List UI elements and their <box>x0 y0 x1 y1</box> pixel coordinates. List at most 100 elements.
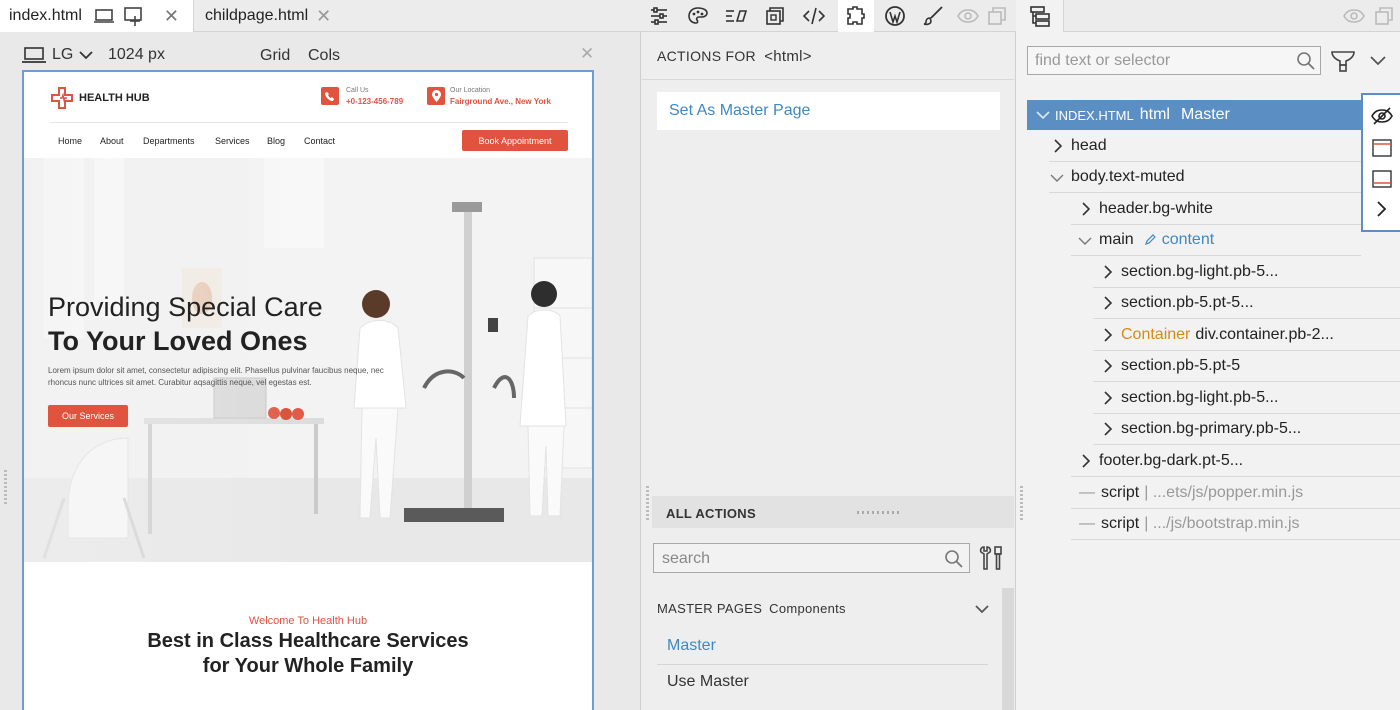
set-as-master-page-button[interactable]: Set As Master Page <box>657 92 1000 130</box>
tree-row-body[interactable]: body.text-muted <box>1049 162 1361 193</box>
nav-contact[interactable]: Contact <box>304 136 335 146</box>
add-frame-icon[interactable] <box>124 6 146 26</box>
chevron-down-icon[interactable] <box>1369 54 1387 66</box>
tree-view-icon[interactable] <box>1016 0 1064 32</box>
chevron-down-icon <box>79 51 93 60</box>
components-label: Components <box>769 601 846 616</box>
page-preview-frame[interactable]: HEALTH HUB Call Us +0-123-456-789 Our Lo… <box>22 70 594 710</box>
close-preview-icon[interactable]: ✕ <box>580 44 594 64</box>
desktop-icon[interactable] <box>93 8 114 24</box>
popout-icon[interactable] <box>985 4 1009 28</box>
actions-puzzle-icon[interactable] <box>838 0 874 32</box>
chevron-right-icon[interactable] <box>1099 265 1115 279</box>
actions-search-input[interactable]: search <box>653 543 970 573</box>
nav-home[interactable]: Home <box>58 136 82 146</box>
resize-handle[interactable] <box>1020 486 1023 522</box>
chevron-right-icon[interactable] <box>1099 296 1115 310</box>
grid-toggle[interactable]: Grid <box>260 47 290 65</box>
pencil-icon <box>1144 234 1156 245</box>
nav-departments[interactable]: Departments <box>143 136 195 146</box>
chevron-right-icon[interactable] <box>1099 422 1115 436</box>
welcome-text: Welcome To Health Hub <box>248 615 368 627</box>
scrollbar[interactable] <box>1002 588 1014 710</box>
chevron-down-icon <box>1036 111 1050 120</box>
book-appointment-button[interactable]: Book Appointment <box>462 130 568 151</box>
site-brand: HEALTH HUB <box>79 92 150 104</box>
dash-icon: — <box>1079 515 1095 532</box>
tree-row-section[interactable]: section.bg-light.pb-5... <box>1093 383 1400 414</box>
chevron-down-icon[interactable] <box>974 603 990 615</box>
chevron-right-icon[interactable] <box>1099 391 1115 405</box>
chevron-down-icon[interactable] <box>1077 236 1093 245</box>
palette-icon[interactable] <box>686 4 710 28</box>
cols-toggle[interactable]: Cols <box>308 47 340 65</box>
master-item[interactable]: Master <box>667 637 716 655</box>
use-master-item[interactable]: Use Master <box>667 673 749 691</box>
actions-search-placeholder: search <box>662 550 711 567</box>
eye-icon[interactable] <box>1342 4 1366 28</box>
tree-row-label: header.bg-white <box>1099 200 1213 217</box>
site-logo[interactable]: HEALTH HUB <box>50 86 150 110</box>
tools-icon[interactable] <box>978 544 1006 572</box>
brush-icon[interactable] <box>921 4 945 28</box>
tree-row-header[interactable]: header.bg-white <box>1071 194 1361 225</box>
content-badge: content <box>1161 231 1215 248</box>
resize-handle[interactable] <box>646 486 649 522</box>
nav-blog[interactable]: Blog <box>267 136 285 146</box>
tab-index[interactable]: index.html ✕ <box>0 0 194 32</box>
our-services-button[interactable]: Our Services <box>48 405 128 427</box>
chevron-right-icon[interactable] <box>1099 359 1115 373</box>
tree-row-section[interactable]: section.pb-5.pt-5... <box>1093 288 1400 319</box>
tree-row-footer[interactable]: footer.bg-dark.pt-5... <box>1071 446 1400 477</box>
tree-row-section[interactable]: section.pb-5.pt-5 <box>1093 351 1400 382</box>
master-pages-header[interactable]: MASTER PAGES Components <box>657 601 846 616</box>
tree-row-container[interactable]: Container div.container.pb-2... <box>1093 320 1400 351</box>
tree-row-section[interactable]: section.bg-primary.pb-5... <box>1093 414 1400 445</box>
eye-icon[interactable] <box>956 4 980 28</box>
close-tab-icon[interactable]: ✕ <box>164 6 179 27</box>
filter-icon[interactable] <box>1330 48 1356 74</box>
script-src: | .../js/bootstrap.min.js <box>1144 515 1300 532</box>
insert-before-icon[interactable] <box>1372 139 1392 157</box>
wordpress-icon[interactable] <box>883 4 907 28</box>
container-badge: Container <box>1121 326 1191 343</box>
tree-row-script[interactable]: — script | ...ets/js/popper.min.js <box>1071 478 1400 509</box>
resize-handle[interactable] <box>4 470 7 506</box>
call-value[interactable]: +0-123-456-789 <box>346 97 403 106</box>
device-width: 1024 px <box>108 46 165 63</box>
tree-row-script[interactable]: — script | .../js/bootstrap.min.js <box>1071 509 1400 540</box>
nav-services[interactable]: Services <box>215 136 250 146</box>
root-master-badge: Master <box>1180 106 1230 123</box>
root-tag: html <box>1139 106 1170 123</box>
drag-handle-icon[interactable] <box>857 511 901 514</box>
component-icon[interactable] <box>763 4 787 28</box>
tree-search-input[interactable]: find text or selector <box>1027 46 1321 75</box>
popout-icon[interactable] <box>1372 4 1396 28</box>
chevron-right-icon[interactable] <box>1099 328 1115 342</box>
chevron-right-icon[interactable] <box>1077 454 1093 468</box>
chevron-right-icon[interactable] <box>1077 202 1093 216</box>
location-value[interactable]: Fairground Ave., New York <box>450 97 551 106</box>
nav-about[interactable]: About <box>100 136 124 146</box>
close-tab-icon[interactable]: ✕ <box>316 6 331 27</box>
tab-childpage[interactable]: childpage.html ✕ <box>205 0 331 32</box>
chevron-right-icon[interactable] <box>1375 200 1387 218</box>
all-actions-header[interactable]: ALL ACTIONS <box>652 496 1014 528</box>
location-label: Our Location <box>450 87 491 94</box>
chevron-right-icon[interactable] <box>1049 139 1065 153</box>
tree-row-head[interactable]: head <box>1049 131 1361 162</box>
insert-after-icon[interactable] <box>1372 170 1392 188</box>
chevron-down-icon[interactable] <box>1049 173 1065 182</box>
code-icon[interactable] <box>802 4 826 28</box>
hide-eye-icon[interactable] <box>1371 107 1393 125</box>
sliders-icon[interactable] <box>647 4 671 28</box>
tab-bar: index.html ✕ childpage.html ✕ <box>0 0 1400 32</box>
tree-row-main[interactable]: main content <box>1071 225 1361 256</box>
script-src: | ...ets/js/popper.min.js <box>1144 484 1304 501</box>
actions-title: ACTIONS FOR <html> <box>657 48 812 65</box>
tree-row-section[interactable]: section.bg-light.pb-5... <box>1093 257 1400 288</box>
tree-row-html-selected[interactable]: INDEX.HTML html Master <box>1027 100 1367 130</box>
root-file: INDEX.HTML <box>1055 107 1134 123</box>
device-selector[interactable]: LG <box>22 46 93 64</box>
text-style-icon[interactable] <box>724 4 748 28</box>
